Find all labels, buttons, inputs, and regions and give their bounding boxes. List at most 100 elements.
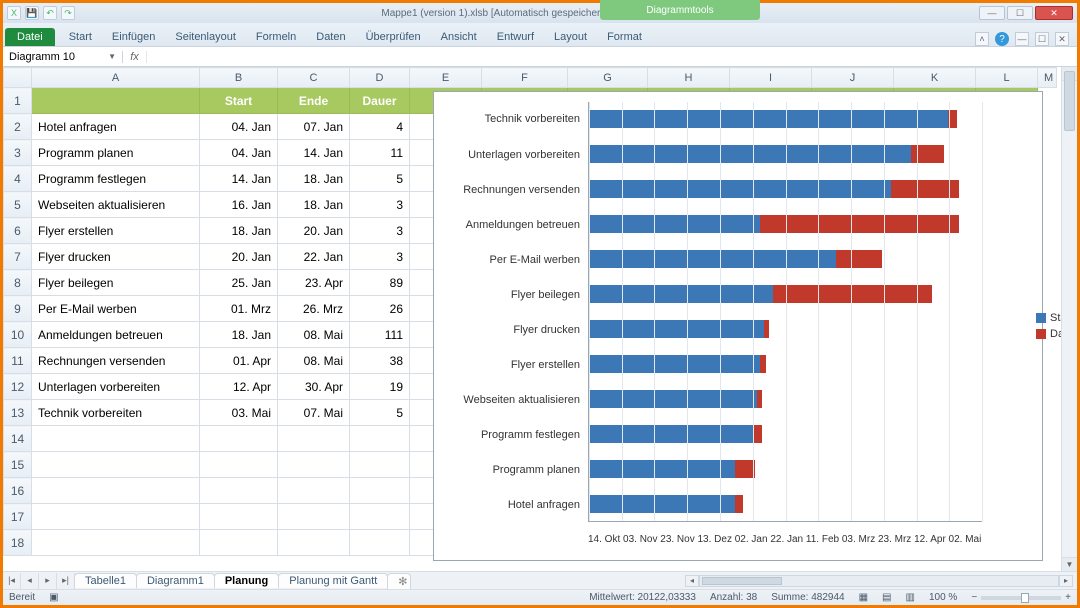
chart-bar-dauer[interactable] [773,285,932,303]
row-header[interactable]: 18 [4,530,32,556]
ribbon-tab-seitenlayout[interactable]: Seitenlayout [165,28,246,46]
row-header[interactable]: 6 [4,218,32,244]
chart-bar-dauer[interactable] [753,425,762,443]
chart-bar-start[interactable] [589,215,760,233]
hscroll-left-icon[interactable]: ◂ [685,575,699,587]
col-header[interactable]: G [568,68,648,88]
chart-bar-start[interactable] [589,355,760,373]
view-pagelayout-icon[interactable]: ▤ [882,592,891,603]
new-sheet-icon[interactable]: ✻ [387,573,411,589]
row-header[interactable]: 5 [4,192,32,218]
view-pagebreak-icon[interactable]: ▥ [906,592,915,603]
ribbon-tab-layout[interactable]: Layout [544,28,597,46]
chart-bar-dauer[interactable] [760,215,958,233]
zoom-level[interactable]: 100 % [929,592,957,603]
column-headers[interactable]: A B C D E F G H I J K L M [4,68,1057,88]
row-header[interactable]: 15 [4,452,32,478]
chart-bar-start[interactable] [589,460,735,478]
col-header[interactable]: C [278,68,350,88]
col-header[interactable]: E [410,68,482,88]
ribbon-minimize-icon[interactable]: ˄ [975,32,989,46]
chart-bar-start[interactable] [589,320,764,338]
scroll-down-icon[interactable]: ▼ [1062,557,1077,571]
col-header[interactable]: D [350,68,410,88]
workbook-minimize-icon[interactable]: — [1015,32,1029,46]
close-button[interactable]: ✕ [1035,6,1073,20]
col-header[interactable]: A [32,68,200,88]
row-header[interactable]: 4 [4,166,32,192]
col-header[interactable]: I [730,68,812,88]
file-tab[interactable]: Datei [5,28,55,46]
horizontal-scrollbar[interactable]: ◂ ▸ [411,575,1077,587]
row-header[interactable]: 17 [4,504,32,530]
chart-bar-dauer[interactable] [757,390,762,408]
redo-icon[interactable]: ↷ [61,6,75,20]
sheet-tab-tabelle1[interactable]: Tabelle1 [74,573,137,588]
hscroll-thumb[interactable] [702,577,782,585]
workbook-close-icon[interactable]: ✕ [1055,32,1069,46]
ribbon-tab-ansicht[interactable]: Ansicht [431,28,487,46]
zoom-out-icon[interactable]: − [971,592,977,603]
ribbon-tab-entwurf[interactable]: Entwurf [487,28,544,46]
chart-bar-dauer[interactable] [735,495,742,513]
chart-bar-dauer[interactable] [760,355,765,373]
ribbon-tab-einfuegen[interactable]: Einfügen [102,28,165,46]
row-header[interactable]: 12 [4,374,32,400]
col-header[interactable]: J [812,68,894,88]
help-icon[interactable]: ? [995,32,1009,46]
workbook-restore-icon[interactable]: ☐ [1035,32,1049,46]
scroll-thumb[interactable] [1064,71,1075,131]
row-header[interactable]: 3 [4,140,32,166]
name-box[interactable]: Diagramm 10 ▼ [3,51,123,63]
maximize-button[interactable]: ☐ [1007,6,1033,20]
row-header[interactable]: 8 [4,270,32,296]
ribbon-tab-ueberpruefen[interactable]: Überprüfen [356,28,431,46]
col-header[interactable]: M [1038,68,1057,88]
tab-nav-last-icon[interactable]: ▸| [57,573,75,589]
chart-bar-dauer[interactable] [764,320,769,338]
macro-record-icon[interactable]: ▣ [49,592,58,603]
sheet-tab-planung[interactable]: Planung [214,573,279,588]
row-header[interactable]: 16 [4,478,32,504]
row-header[interactable]: 7 [4,244,32,270]
chart-bar-start[interactable] [589,110,948,128]
chart-bar-start[interactable] [589,425,753,443]
hscroll-right-icon[interactable]: ▸ [1059,575,1073,587]
row-header[interactable]: 2 [4,114,32,140]
tab-nav-prev-icon[interactable]: ◂ [21,573,39,589]
ribbon-tab-format[interactable]: Format [597,28,652,46]
chart-bar-start[interactable] [589,145,911,163]
excel-icon[interactable]: X [7,6,21,20]
row-header[interactable]: 13 [4,400,32,426]
col-header[interactable]: K [894,68,976,88]
zoom-slider[interactable] [981,596,1061,600]
row-header[interactable]: 10 [4,322,32,348]
chart-bar-dauer[interactable] [836,250,882,268]
chart-bar-start[interactable] [589,250,836,268]
ribbon-tab-start[interactable]: Start [59,28,102,46]
chart-bar-start[interactable] [589,390,757,408]
tab-nav-next-icon[interactable]: ▸ [39,573,57,589]
chart-bar-start[interactable] [589,495,735,513]
minimize-button[interactable]: — [979,6,1005,20]
view-normal-icon[interactable]: ▦ [859,592,868,603]
chart-bar-start[interactable] [589,285,773,303]
worksheet-grid[interactable]: A B C D E F G H I J K L M 1StartEndeDaue… [3,67,1061,571]
chart-bar-start[interactable] [589,180,891,198]
zoom-in-icon[interactable]: + [1065,592,1071,603]
row-header[interactable]: 1 [4,88,32,114]
ribbon-tab-formeln[interactable]: Formeln [246,28,306,46]
row-header[interactable]: 14 [4,426,32,452]
col-header[interactable]: F [482,68,568,88]
gantt-chart[interactable]: Technik vorbereitenUnterlagen vorbereite… [433,91,1043,561]
chevron-down-icon[interactable]: ▼ [108,52,116,61]
col-header[interactable]: L [976,68,1038,88]
sheet-tab-diagramm1[interactable]: Diagramm1 [136,573,215,588]
col-header[interactable]: H [648,68,730,88]
fx-icon[interactable]: fx [123,51,147,63]
ribbon-tab-daten[interactable]: Daten [306,28,355,46]
tab-nav-first-icon[interactable]: |◂ [3,573,21,589]
row-header[interactable]: 11 [4,348,32,374]
save-icon[interactable]: 💾 [25,6,39,20]
col-header[interactable]: B [200,68,278,88]
